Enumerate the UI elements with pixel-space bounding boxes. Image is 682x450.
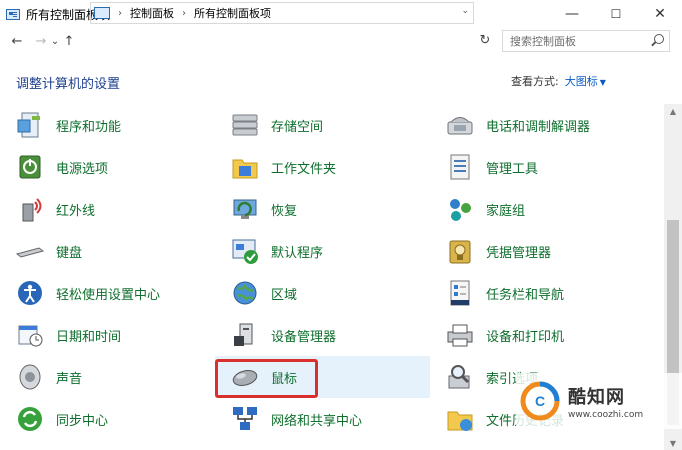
recovery-icon	[229, 193, 261, 225]
default-programs-icon	[229, 235, 261, 267]
infrared-icon	[14, 193, 46, 225]
control-panel-item[interactable]: 程序和功能	[0, 104, 215, 146]
item-label: 声音	[56, 371, 83, 387]
item-label: 默认程序	[271, 245, 324, 261]
item-label: 键盘	[56, 245, 83, 261]
control-panel-item[interactable]: 键盘	[0, 230, 215, 272]
watermark: C 酷知网 www.coozhi.com	[516, 373, 682, 429]
sync-center-icon	[14, 403, 46, 435]
item-label: 红外线	[56, 203, 96, 219]
item-label: 工作文件夹	[271, 161, 337, 177]
item-label: 区域	[271, 287, 298, 303]
item-label: 同步中心	[56, 413, 109, 429]
file-history-icon	[444, 403, 476, 435]
item-label: 电源选项	[56, 161, 109, 177]
ease-of-access-icon	[14, 277, 46, 309]
close-button[interactable]: ✕	[638, 0, 682, 28]
control-panel-item[interactable]: 红外线	[0, 188, 215, 230]
scroll-down-button[interactable]: ▼	[664, 436, 682, 450]
minimize-button[interactable]: —	[550, 0, 594, 28]
homegroup-icon	[444, 193, 476, 225]
control-panel-item[interactable]: 区域	[215, 272, 430, 314]
item-label: 任务栏和导航	[486, 287, 565, 303]
control-panel-item[interactable]: 恢复	[215, 188, 430, 230]
control-panel-item[interactable]: 声音	[0, 356, 215, 398]
up-button[interactable]: ↑	[60, 30, 78, 52]
admin-tools-icon	[444, 151, 476, 183]
address-dropdown-button[interactable]: ⌄	[461, 6, 469, 16]
coozhi-logo-icon: C	[520, 381, 560, 421]
item-label: 电话和调制解调器	[486, 119, 591, 135]
credential-manager-icon	[444, 235, 476, 267]
control-panel-item[interactable]: 管理工具	[430, 146, 664, 188]
device-manager-icon	[229, 319, 261, 351]
control-panel-icon	[6, 8, 20, 20]
item-label: 网络和共享中心	[271, 413, 363, 429]
search-input[interactable]: 搜索控制面板	[510, 33, 576, 49]
control-panel-item[interactable]: 设备管理器	[215, 314, 430, 356]
control-panel-item[interactable]: 网络和共享中心	[215, 398, 430, 440]
breadcrumb-all-items[interactable]: 所有控制面板项	[194, 5, 271, 21]
region-icon	[229, 277, 261, 309]
control-panel-item[interactable]: 默认程序	[215, 230, 430, 272]
search-icon[interactable]	[654, 34, 664, 44]
control-panel-item[interactable]: 工作文件夹	[215, 146, 430, 188]
item-label: 管理工具	[486, 161, 539, 177]
control-panel-item[interactable]: 电源选项	[0, 146, 215, 188]
control-panel-item[interactable]: 日期和时间	[0, 314, 215, 356]
keyboard-icon	[14, 235, 46, 267]
devices-printers-icon	[444, 319, 476, 351]
control-panel-item[interactable]: 同步中心	[0, 398, 215, 440]
view-by: 查看方式: 大图标 ▼	[511, 73, 606, 89]
control-panel-icon	[94, 7, 110, 19]
view-by-label: 查看方式:	[511, 75, 559, 88]
power-options-icon	[14, 151, 46, 183]
svg-text:C: C	[535, 393, 545, 409]
control-panel-item[interactable]: 设备和打印机	[430, 314, 664, 356]
search-box[interactable]: 搜索控制面板	[502, 30, 670, 52]
item-label: 凭据管理器	[486, 245, 552, 261]
storage-spaces-icon	[229, 109, 261, 141]
address-bar[interactable]: › 控制面板 › 所有控制面板项 ⌄	[90, 2, 474, 24]
window-controls: — ☐ ✕	[550, 0, 682, 28]
work-folders-icon	[229, 151, 261, 183]
breadcrumb-control-panel[interactable]: 控制面板	[130, 5, 174, 21]
breadcrumb-separator: ›	[118, 7, 122, 19]
item-label: 设备和打印机	[486, 329, 565, 345]
item-label: 恢复	[271, 203, 298, 219]
control-panel-item[interactable]: 存储空间	[215, 104, 430, 146]
sound-icon	[14, 361, 46, 393]
date-time-icon	[14, 319, 46, 351]
control-panel-item[interactable]: 家庭组	[430, 188, 664, 230]
phone-modem-icon	[444, 109, 476, 141]
control-panel-item[interactable]: 电话和调制解调器	[430, 104, 664, 146]
item-label: 程序和功能	[56, 119, 122, 135]
control-panel-item[interactable]: 任务栏和导航	[430, 272, 664, 314]
item-label: 存储空间	[271, 119, 324, 135]
item-label: 轻松使用设置中心	[56, 287, 161, 303]
recent-locations-button[interactable]: ⌄	[50, 30, 60, 52]
watermark-name: 酷知网	[568, 386, 625, 408]
highlight-callout	[215, 359, 318, 398]
programs-features-icon	[14, 109, 46, 141]
watermark-url: www.coozhi.com	[568, 409, 644, 420]
scroll-up-button[interactable]: ▲	[664, 104, 682, 118]
view-by-dropdown[interactable]: 大图标	[565, 75, 598, 88]
forward-button[interactable]: →	[32, 30, 50, 52]
back-button[interactable]: ←	[8, 30, 26, 52]
item-label: 家庭组	[486, 203, 526, 219]
refresh-button[interactable]: ↻	[476, 30, 494, 50]
chevron-down-icon[interactable]: ▼	[600, 78, 606, 87]
control-panel-item[interactable]: 凭据管理器	[430, 230, 664, 272]
item-label: 日期和时间	[56, 329, 122, 345]
maximize-button[interactable]: ☐	[594, 0, 638, 28]
item-label: 设备管理器	[271, 329, 337, 345]
network-sharing-icon	[229, 403, 261, 435]
breadcrumb-separator: ›	[182, 7, 186, 19]
control-panel-item[interactable]: 轻松使用设置中心	[0, 272, 215, 314]
indexing-icon	[444, 361, 476, 393]
page-title: 调整计算机的设置	[16, 77, 121, 92]
taskbar-icon	[444, 277, 476, 309]
